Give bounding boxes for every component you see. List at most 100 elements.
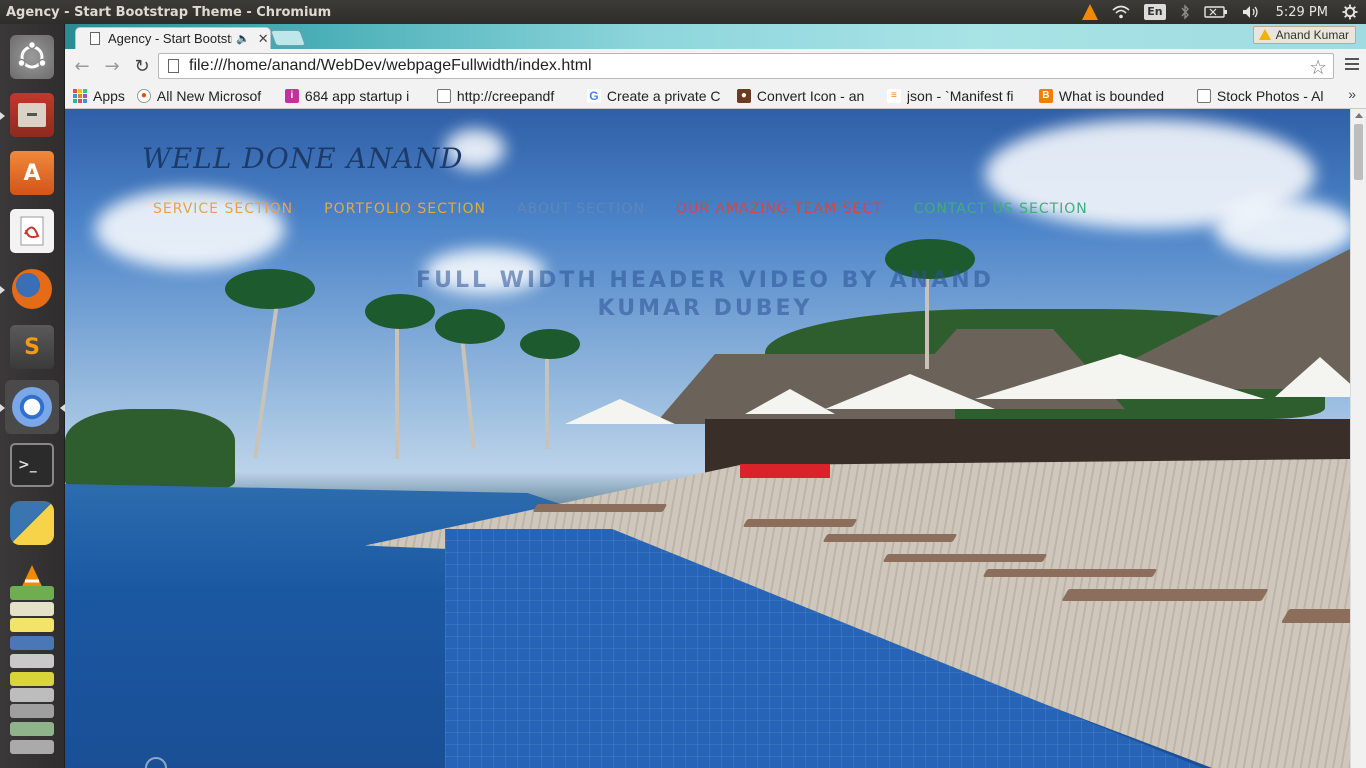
stacked-app-icon[interactable] bbox=[10, 704, 54, 718]
google-icon: G bbox=[586, 88, 601, 103]
pdf-document-icon bbox=[10, 209, 54, 253]
page-favicon-icon bbox=[90, 32, 100, 45]
stackoverflow-icon: ≡ bbox=[886, 88, 901, 103]
bookmark-item[interactable]: Stock Photos - Al bbox=[1196, 87, 1345, 104]
startup-icon: i bbox=[284, 88, 299, 103]
bookmarks-bar: Apps ● All New Microsof i 684 app startu… bbox=[65, 83, 1366, 109]
tab-agency[interactable]: Agency - Start Bootstrap Theme 🔈 ✕ bbox=[75, 27, 271, 49]
scroll-up-arrow-icon[interactable] bbox=[1355, 113, 1363, 118]
nav-team-section[interactable]: OUR AMAZING TEAM SECT bbox=[676, 201, 883, 217]
tab-strip: Agency - Start Bootstrap Theme 🔈 ✕ Anand… bbox=[65, 24, 1366, 49]
bluetooth-icon[interactable] bbox=[1180, 3, 1190, 21]
top-panel: Agency - Start Bootstrap Theme - Chromiu… bbox=[0, 0, 1366, 24]
reload-button[interactable]: ↻ bbox=[129, 53, 155, 79]
files-launcher[interactable] bbox=[0, 88, 59, 142]
tab-title: Agency - Start Bootstrap Theme bbox=[108, 31, 232, 46]
battery-icon[interactable] bbox=[1203, 3, 1228, 21]
bookmark-item[interactable]: ● All New Microsof bbox=[136, 87, 273, 104]
page-icon bbox=[436, 88, 451, 103]
new-tab-button[interactable] bbox=[270, 30, 306, 46]
chromium-launcher[interactable] bbox=[0, 380, 65, 434]
sublime-text-launcher[interactable]: S bbox=[5, 320, 59, 374]
terminal-icon: >_ bbox=[10, 443, 54, 487]
page-icon bbox=[168, 59, 179, 73]
bookmark-apps[interactable]: Apps bbox=[73, 88, 125, 104]
stacked-app-icon[interactable] bbox=[10, 636, 54, 650]
terminal-launcher[interactable]: >_ bbox=[5, 438, 59, 492]
nav-about-section[interactable]: ABOUT SECTION bbox=[517, 201, 645, 217]
audio-playing-icon[interactable]: 🔈 bbox=[236, 32, 250, 45]
stacked-app-icon[interactable] bbox=[10, 688, 54, 702]
bookmark-label: Apps bbox=[93, 87, 125, 104]
system-tray: En 5:29 PM bbox=[1082, 0, 1358, 24]
apps-grid-icon bbox=[73, 88, 87, 103]
reddit-icon: ● bbox=[136, 88, 151, 103]
close-tab-icon[interactable]: ✕ bbox=[258, 31, 269, 47]
site-brand[interactable]: WELL DONE ANAND bbox=[142, 142, 463, 175]
software-center-launcher[interactable]: A bbox=[5, 146, 59, 200]
stacked-app-icon[interactable] bbox=[10, 672, 54, 686]
sublime-icon: S bbox=[10, 325, 54, 369]
address-bar[interactable]: file:///home/anand/WebDev/webpageFullwid… bbox=[158, 53, 1334, 79]
nav-contact-section[interactable]: CONTACT US SECTION bbox=[914, 201, 1088, 217]
clock[interactable]: 5:29 PM bbox=[1276, 3, 1328, 21]
profile-name: Anand Kumar bbox=[1275, 28, 1349, 42]
firefox-icon bbox=[12, 269, 52, 309]
volume-icon[interactable] bbox=[1242, 3, 1262, 21]
bookmark-label: All New Microsof bbox=[156, 87, 262, 104]
browser-toolbar: ← → ↻ file:///home/anand/WebDev/webpageF… bbox=[65, 49, 1366, 83]
firefox-launcher[interactable] bbox=[0, 262, 59, 316]
gear-icon[interactable] bbox=[1342, 3, 1358, 21]
page-icon bbox=[1196, 88, 1211, 103]
shopping-bag-icon: A bbox=[10, 151, 54, 195]
bookmark-item[interactable]: ≡ json - `Manifest fi bbox=[886, 87, 1027, 104]
bookmark-item[interactable]: i 684 app startup i bbox=[284, 87, 421, 104]
bookmark-label: Create a private C bbox=[606, 87, 721, 104]
more-bookmarks-button[interactable]: » bbox=[1348, 86, 1356, 102]
nav-service-section[interactable]: SERVICE SECTION bbox=[153, 201, 293, 217]
bookmark-item[interactable]: B What is bounded bbox=[1038, 87, 1183, 104]
profile-button[interactable]: Anand Kumar bbox=[1252, 26, 1356, 44]
vlc-tray-icon[interactable] bbox=[1082, 3, 1099, 21]
nav-portfolio-section[interactable]: PORTFOLIO SECTION bbox=[324, 201, 486, 217]
stacked-app-icon[interactable] bbox=[10, 740, 54, 754]
stacked-app-icon[interactable] bbox=[10, 722, 54, 736]
convert-icon: ● bbox=[736, 88, 751, 103]
bookmark-label: What is bounded bbox=[1058, 87, 1164, 104]
stacked-app-icon[interactable] bbox=[10, 654, 54, 668]
stacked-app-icon[interactable] bbox=[10, 602, 54, 616]
window-title: Agency - Start Bootstrap Theme - Chromiu… bbox=[6, 4, 332, 20]
file-cabinet-icon bbox=[10, 93, 54, 137]
bookmark-star-icon[interactable]: ☆ bbox=[1309, 55, 1327, 80]
chrome-menu-button[interactable] bbox=[1345, 58, 1359, 73]
document-viewer-launcher[interactable] bbox=[5, 204, 59, 258]
ubuntu-dash-button[interactable] bbox=[5, 30, 59, 84]
unity-launcher: A S >_ bbox=[0, 24, 65, 768]
bookmark-label: Stock Photos - Al bbox=[1216, 87, 1324, 104]
page-scrollbar[interactable] bbox=[1350, 109, 1366, 768]
wifi-icon[interactable] bbox=[1112, 3, 1130, 21]
back-button[interactable]: ← bbox=[69, 53, 95, 79]
bookmark-label: 684 app startup i bbox=[304, 87, 410, 104]
bookmark-label: Convert Icon - an bbox=[756, 87, 865, 104]
hero-heading-line2: KUMAR DUBEY bbox=[597, 296, 813, 321]
url-text[interactable]: file:///home/anand/WebDev/webpageFullwid… bbox=[189, 57, 592, 75]
stacked-app-icon[interactable] bbox=[10, 618, 54, 632]
bookmark-item[interactable]: ● Convert Icon - an bbox=[736, 87, 873, 104]
scrollbar-thumb[interactable] bbox=[1354, 124, 1363, 180]
bookmark-item[interactable]: http://creepandf bbox=[436, 88, 575, 104]
python-icon bbox=[10, 501, 54, 545]
browser-window: Agency - Start Bootstrap Theme 🔈 ✕ Anand… bbox=[65, 24, 1366, 768]
warning-icon bbox=[1258, 29, 1271, 40]
bookmark-label: json - `Manifest fi bbox=[906, 87, 1014, 104]
python-launcher[interactable] bbox=[5, 496, 59, 550]
ubuntu-logo-icon bbox=[10, 35, 54, 79]
hero-heading-line1: FULL WIDTH HEADER VIDEO BY ANAND bbox=[416, 268, 994, 293]
site-nav: SERVICE SECTION PORTFOLIO SECTION ABOUT … bbox=[153, 201, 1119, 217]
stacked-app-icon[interactable] bbox=[10, 586, 54, 600]
keyboard-layout-indicator[interactable]: En bbox=[1144, 4, 1166, 20]
blogger-icon: B bbox=[1038, 88, 1053, 103]
bookmark-item[interactable]: G Create a private C bbox=[586, 87, 725, 104]
page-viewport: WELL DONE ANAND SERVICE SECTION PORTFOLI… bbox=[65, 109, 1350, 768]
forward-button[interactable]: → bbox=[99, 53, 125, 79]
